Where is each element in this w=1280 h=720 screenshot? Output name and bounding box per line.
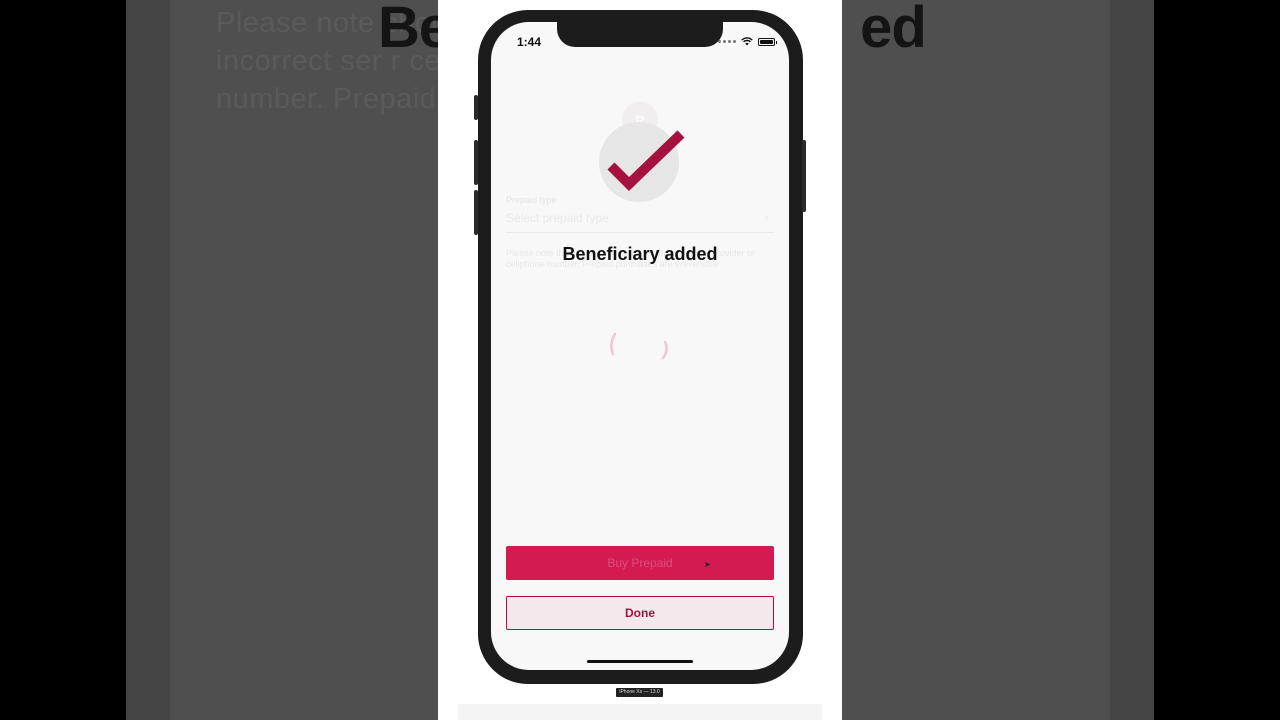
- volume-up-button: [474, 140, 478, 185]
- mute-switch: [474, 95, 478, 120]
- device-label: iPhone Xs — 13.0: [616, 688, 663, 697]
- buy-prepaid-button[interactable]: Buy Prepaid: [506, 546, 774, 580]
- power-button: [802, 140, 806, 212]
- home-indicator[interactable]: [587, 660, 693, 663]
- done-button[interactable]: Done: [506, 596, 774, 630]
- divider: [506, 232, 774, 233]
- mouse-cursor-icon: ➤: [704, 560, 711, 569]
- loading-spinner-icon: [610, 332, 668, 360]
- phone-screen: 1:44 R Rashi Prepaid type Select prepaid…: [491, 22, 789, 670]
- chevron-right-icon: ›: [764, 210, 769, 225]
- prepaid-type-select[interactable]: Select prepaid type: [506, 211, 609, 225]
- checkmark-icon: [607, 130, 685, 192]
- success-title: Beneficiary added: [562, 244, 718, 264]
- letterbox-left: [0, 0, 126, 720]
- prepaid-type-label: Prepaid type: [506, 195, 557, 205]
- volume-down-button: [474, 190, 478, 235]
- letterbox-right: [1154, 0, 1280, 720]
